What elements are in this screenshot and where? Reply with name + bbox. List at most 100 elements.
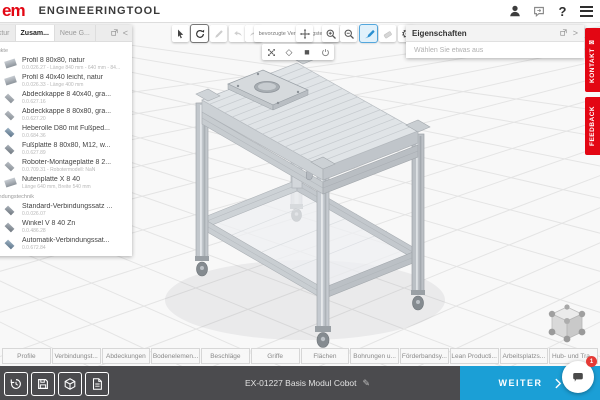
paint-tool-button[interactable]	[360, 25, 377, 42]
parts-list-item[interactable]: Automatik-Verbindungssat...0.0.672.84	[0, 235, 132, 252]
feedback-tab[interactable]: FEEDBACK	[585, 97, 600, 155]
cap-thumbnail-icon	[4, 91, 17, 104]
part-title: Roboter-Montageplatte 8 2...	[22, 159, 111, 167]
part-title: Nutenplatte X 8 40	[22, 176, 91, 184]
category-tab[interactable]: Abdeckungen	[102, 348, 151, 364]
parts-list-item[interactable]: Abdeckkappe 8 40x40, gra...0.0.627.16	[0, 89, 132, 106]
view-navigation-cube[interactable]	[542, 298, 592, 348]
tab-struktur[interactable]: Struktur	[0, 25, 16, 41]
fastener-thumbnail-icon	[4, 203, 17, 216]
select-tool-button[interactable]	[172, 25, 189, 42]
chat-notification-badge: 1	[586, 356, 597, 367]
popout-panel-icon[interactable]	[110, 24, 119, 42]
part-title: Winkel V 8 40 Zn	[22, 220, 75, 228]
power-connection-icon[interactable]	[319, 46, 332, 59]
zoom-out-button[interactable]	[340, 25, 357, 42]
zoom-in-button[interactable]	[322, 25, 339, 42]
part-article-info: 0.0.627.20	[22, 116, 111, 122]
footer-bar: EX-01227 Basis Modul Cobot ✎ WEITER	[0, 366, 600, 400]
mounting-plate-thumbnail-icon	[4, 159, 17, 172]
parts-section-label: Produkte	[0, 45, 132, 55]
pan-tool-button[interactable]	[296, 25, 313, 42]
diamond-connection-icon[interactable]: ◇	[283, 46, 296, 59]
category-tab[interactable]: Förderbandsy...	[400, 348, 449, 364]
category-tab[interactable]: Arbeitsplatzs...	[500, 348, 549, 364]
bottom-tab-strip: ProfileVerbindungst...AbdeckungenBodenel…	[2, 348, 598, 364]
help-icon[interactable]: ?	[555, 4, 570, 19]
app-header: em ENGINEERINGTOOL ?	[0, 0, 600, 23]
part-title: Fußplatte 8 80x80, M12, w...	[22, 142, 110, 150]
menu-icon[interactable]	[579, 4, 594, 19]
chat-bubble-icon	[570, 369, 586, 385]
draw-tool-button[interactable]	[210, 25, 227, 42]
support-chat-icon[interactable]	[531, 4, 546, 19]
collapse-panel-icon[interactable]: <	[123, 28, 128, 38]
category-tab[interactable]: Profile	[2, 348, 51, 364]
rotate-tool-button[interactable]	[191, 25, 208, 42]
edit-project-name-icon[interactable]: ✎	[363, 378, 371, 389]
category-tab[interactable]: Flächen	[301, 348, 350, 364]
category-tab[interactable]: Bodenelemen...	[151, 348, 200, 364]
parts-list-item[interactable]: Nutenplatte X 8 40Länge 640 mm, Breite 5…	[0, 174, 132, 191]
caster-thumbnail-icon	[4, 125, 17, 138]
part-article-info: 0.0.627.16	[22, 99, 111, 105]
parts-list-item[interactable]: Standard-Verbindungssatz ...0.0.026.07	[0, 201, 132, 218]
save-icon[interactable]	[31, 372, 55, 396]
parts-section-label: Verbindungstechnik	[0, 191, 132, 201]
part-title: Profil 8 80x80, natur	[22, 57, 120, 65]
part-article-info: 0.0.684.36	[22, 133, 110, 139]
kontakt-tab[interactable]: KONTAKT ✉	[585, 28, 600, 92]
category-tab[interactable]: Griffe	[251, 348, 300, 364]
tab-neue-gruppe[interactable]: Neue G...	[55, 25, 96, 41]
parts-panel-tabs: Struktur Zusam... Neue G... <	[0, 25, 132, 42]
part-article-info: 0.0.026.07	[22, 211, 112, 217]
parts-list-item[interactable]: Profil 8 80x80, natur0.0.026.27 - Länge …	[0, 55, 132, 72]
category-tab[interactable]: Verbindungst...	[52, 348, 101, 364]
cap-thumbnail-icon	[4, 108, 17, 121]
groove-plate-thumbnail-icon	[4, 176, 17, 189]
bracket-thumbnail-icon	[4, 220, 17, 233]
category-tab[interactable]: Lean Producti...	[450, 348, 499, 364]
part-title: Profil 8 40x40 leicht, natur	[22, 74, 103, 82]
kontakt-label: KONTAKT	[589, 48, 596, 83]
parts-list-document-icon[interactable]	[85, 372, 109, 396]
parts-panel: Struktur Zusam... Neue G... < ProduktePr…	[0, 25, 132, 256]
footplate-thumbnail-icon	[4, 142, 17, 155]
parts-list-item[interactable]: Profil 8 40x40 leicht, natur0.0.026.33 -…	[0, 72, 132, 89]
envelope-icon: ✉	[589, 37, 597, 46]
part-article-info: Länge 640 mm, Breite 540 mm	[22, 184, 91, 190]
category-tab[interactable]: Bohrungen u...	[350, 348, 399, 364]
properties-panel: Eigenschaften > Wählen Sie etwas aus	[406, 25, 584, 58]
properties-empty-hint: Wählen Sie etwas aus	[406, 42, 584, 58]
3d-view-icon[interactable]	[58, 372, 82, 396]
category-tab[interactable]: Beschläge	[201, 348, 250, 364]
parts-list-item[interactable]: Fußplatte 8 80x80, M12, w...0.0.627.89	[0, 140, 132, 157]
project-name: EX-01227 Basis Modul Cobot	[245, 378, 357, 388]
square-connection-icon[interactable]: ■	[301, 46, 314, 59]
parts-list-item[interactable]: Roboter-Montageplatte 8 2...0.0.709.31 -…	[0, 157, 132, 174]
part-article-info: 0.0.709.31 - Robotermodell: NaN	[22, 167, 111, 173]
expand-connection-icon[interactable]	[265, 46, 278, 59]
profile-thumbnail-icon	[4, 57, 17, 70]
parts-list-item[interactable]: Winkel V 8 40 Zn0.0.486.28	[0, 218, 132, 235]
part-title: Heberolle D80 mit Fußped...	[22, 125, 110, 133]
part-article-info: 0.0.627.89	[22, 150, 110, 156]
parts-list-item[interactable]: Abdeckkappe 8 80x80, gra...0.0.627.20	[0, 106, 132, 123]
eraser-tool-button[interactable]	[379, 25, 396, 42]
auto-fastener-thumbnail-icon	[4, 237, 17, 250]
tab-zusammenbau[interactable]: Zusam...	[16, 25, 55, 41]
popout-properties-icon[interactable]	[559, 24, 568, 42]
part-title: Abdeckkappe 8 40x40, gra...	[22, 91, 111, 99]
part-title: Automatik-Verbindungssat...	[22, 237, 110, 245]
parts-list: ProdukteProfil 8 80x80, natur0.0.026.27 …	[0, 42, 132, 256]
preferred-connection-options: ◇ ■	[262, 44, 334, 60]
collapse-properties-icon[interactable]: >	[573, 28, 578, 38]
chevron-right-icon	[555, 378, 562, 389]
profile-thumbnail-icon	[4, 74, 17, 87]
part-title: Abdeckkappe 8 80x80, gra...	[22, 108, 111, 116]
undo-button[interactable]	[229, 25, 246, 42]
history-versions-icon[interactable]	[4, 372, 28, 396]
parts-list-item[interactable]: Heberolle D80 mit Fußped...0.0.684.36	[0, 123, 132, 140]
account-icon[interactable]	[507, 4, 522, 19]
part-article-info: 0.0.486.28	[22, 228, 75, 234]
